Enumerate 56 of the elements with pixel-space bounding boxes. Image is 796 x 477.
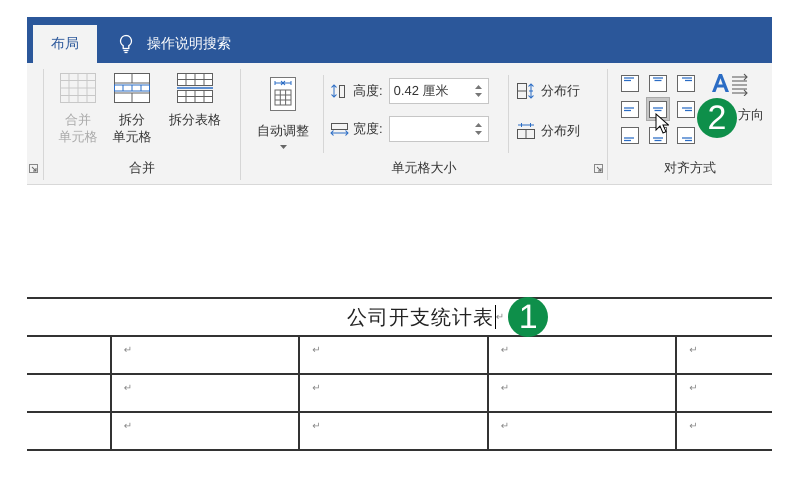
step-badge: 1 [508, 297, 548, 337]
text-cursor [494, 305, 496, 329]
width-label: 宽度: [353, 120, 383, 138]
paragraph-mark: ↵ [124, 421, 132, 432]
spinner-arrows-icon[interactable] [474, 85, 482, 97]
merge-cells-icon[interactable] [60, 73, 96, 103]
align-text-icon [649, 100, 667, 118]
paragraph-mark: ↵ [124, 383, 132, 394]
paragraph-mark: ↵ [496, 312, 504, 322]
paragraph-mark: ↵ [312, 421, 321, 432]
group-title: 单元格大小 [392, 159, 456, 177]
table-title: 公司开支统计表 [346, 306, 494, 330]
distribute-columns-button[interactable]: 分布列 [541, 122, 580, 140]
align-text-icon [649, 74, 667, 92]
paragraph-mark: ↵ [500, 345, 510, 356]
align-text-icon [621, 74, 639, 92]
text-direction-button[interactable]: 方向 [738, 106, 764, 124]
paragraph-mark: ↵ [689, 345, 698, 356]
group-title: 对齐方式 [664, 159, 716, 177]
width-icon [330, 122, 349, 136]
group-title: 合并 [129, 159, 155, 177]
align-text-icon [677, 126, 695, 144]
mouse-pointer-icon [655, 113, 669, 134]
autofit-button[interactable]: 自动调整 [257, 122, 309, 140]
paragraph-mark: ↵ [689, 383, 698, 394]
text-direction-icon[interactable] [710, 73, 748, 96]
split-cells-button[interactable]: 拆分 单元格 [112, 111, 152, 145]
distribute-columns-icon [517, 123, 535, 139]
spinner-arrows-icon[interactable] [474, 123, 482, 135]
paragraph-mark: ↵ [312, 345, 321, 356]
width-field[interactable] [388, 116, 489, 142]
paragraph-mark: ↵ [312, 383, 321, 394]
align-text-icon [677, 100, 695, 118]
paragraph-mark: ↵ [689, 421, 698, 432]
paragraph-mark: ↵ [124, 345, 132, 356]
height-label: 高度: [353, 82, 383, 100]
paragraph-mark: ↵ [500, 421, 510, 432]
align-text-icon [621, 126, 639, 144]
tell-me-search[interactable]: 操作说明搜索 [147, 35, 231, 53]
align-button[interactable] [646, 97, 670, 121]
split-table-button[interactable]: 拆分表格 [169, 111, 221, 128]
split-cells-icon[interactable] [114, 73, 150, 103]
distribute-rows-button[interactable]: 分布行 [541, 82, 580, 100]
paragraph-mark: ↵ [500, 383, 510, 394]
split-table-icon[interactable] [177, 73, 213, 103]
align-text-icon [677, 74, 695, 92]
caret-icon[interactable] [280, 145, 286, 149]
distribute-rows-icon [517, 83, 535, 99]
dialog-launcher-icon[interactable] [29, 164, 38, 172]
dialog-launcher-icon[interactable] [594, 164, 603, 173]
height-field[interactable]: 0.42 厘米 [388, 78, 489, 104]
autofit-table-icon[interactable] [270, 77, 296, 111]
align-text-icon [621, 100, 639, 118]
step-badge: 2 [697, 98, 737, 138]
lightbulb-icon[interactable] [119, 34, 133, 54]
ribbon-tab[interactable]: 布局 [33, 25, 97, 63]
